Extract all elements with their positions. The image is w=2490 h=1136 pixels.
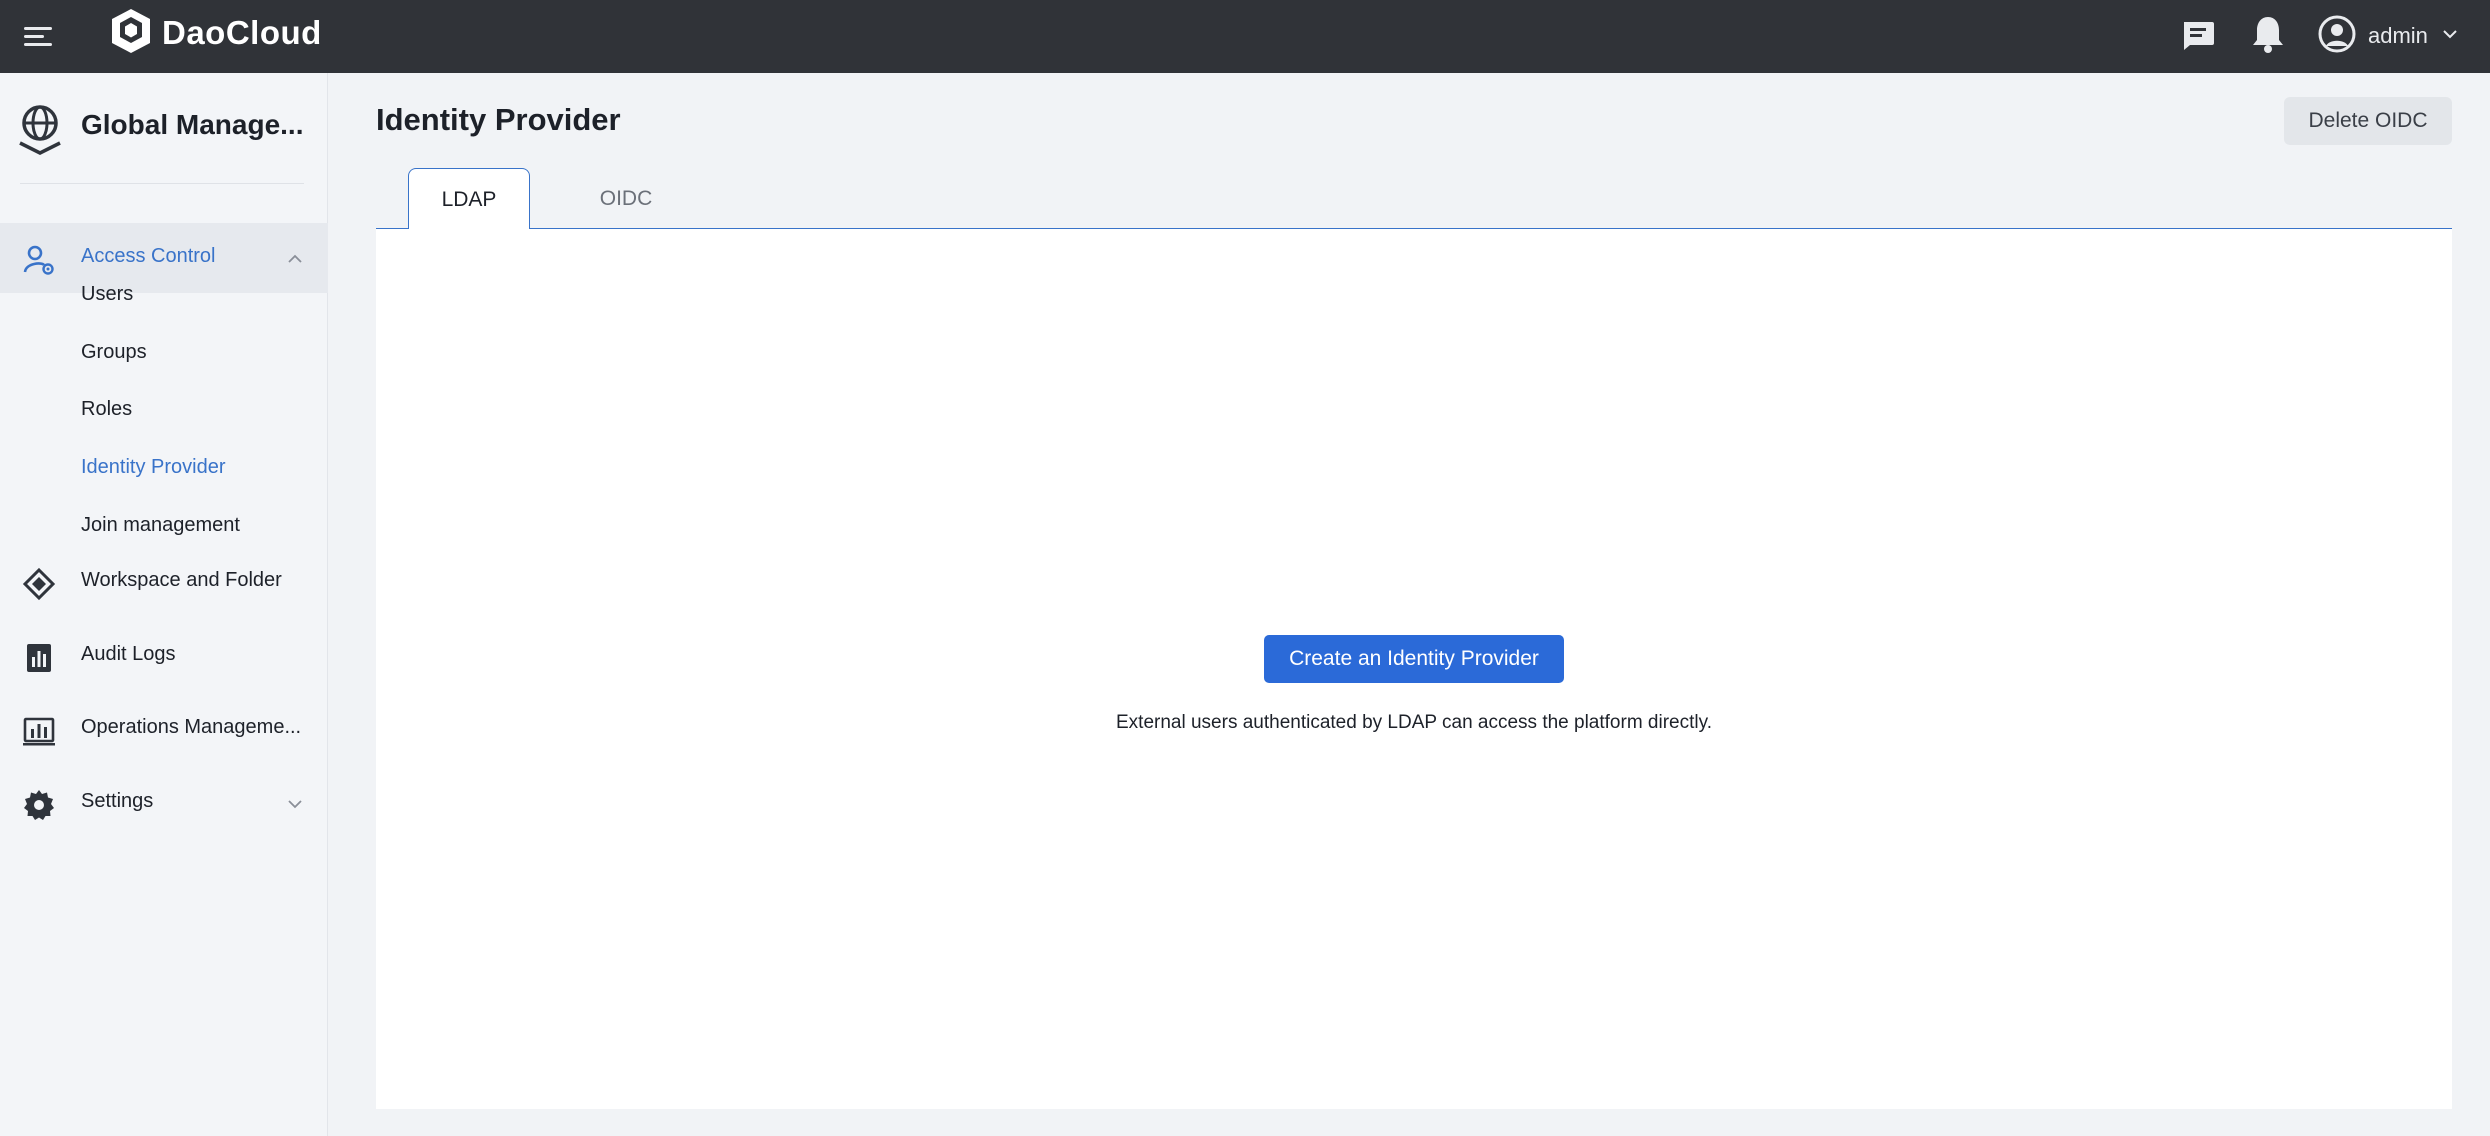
user-avatar-icon: [2318, 15, 2356, 58]
brand-logo[interactable]: DaoCloud: [108, 8, 322, 58]
audit-log-icon: [22, 641, 56, 675]
chat-icon[interactable]: [2178, 15, 2218, 55]
daocloud-logo-icon: [108, 7, 154, 60]
globe-icon: [16, 103, 64, 155]
sidebar-module-title[interactable]: Global Manage...: [0, 73, 328, 183]
sidebar-item-users[interactable]: Users: [81, 283, 133, 306]
sidebar-item-roles[interactable]: Roles: [81, 398, 132, 421]
sidebar-item-label: Audit Logs: [81, 643, 176, 665]
workspace-icon: [22, 567, 56, 601]
sidebar-item-audit-logs[interactable]: Audit Logs: [0, 621, 328, 691]
chevron-down-icon: [2440, 24, 2460, 49]
top-navigation-bar: DaoCloud admin: [0, 0, 2490, 73]
chevron-up-icon: [286, 250, 304, 268]
brand-name: DaoCloud: [162, 14, 322, 51]
sidebar-item-join-management[interactable]: Join management: [81, 514, 240, 537]
sidebar-item-workspace-and-folder[interactable]: Workspace and Folder: [0, 547, 328, 617]
user-gear-icon: [22, 243, 56, 277]
sidebar-item-access-control[interactable]: Access Control: [0, 223, 328, 293]
create-identity-provider-button[interactable]: Create an Identity Provider: [1264, 635, 1564, 683]
menu-icon[interactable]: [22, 20, 54, 52]
chevron-down-icon: [286, 795, 304, 813]
sidebar: Global Manage... Access Control Users Gr…: [0, 73, 328, 1136]
tab-oidc[interactable]: OIDC: [566, 168, 686, 229]
sidebar-item-settings[interactable]: Settings: [0, 768, 328, 838]
sidebar-divider: [20, 183, 304, 184]
sidebar-module-title-text: Global Manage...: [81, 109, 304, 140]
empty-state-description: External users authenticated by LDAP can…: [1116, 712, 1712, 733]
user-menu[interactable]: admin: [2318, 12, 2460, 60]
sidebar-item-label: Settings: [81, 790, 154, 812]
user-name: admin: [2368, 23, 2428, 48]
delete-oidc-button[interactable]: Delete OIDC: [2284, 97, 2452, 145]
page-title: Identity Provider: [376, 102, 621, 137]
sidebar-item-label: Access Control: [81, 245, 216, 267]
sidebar-item-label: Workspace and Folder: [81, 569, 282, 591]
provider-tabs: LDAP OIDC: [376, 168, 2452, 230]
bell-icon[interactable]: [2248, 14, 2288, 54]
sidebar-item-groups[interactable]: Groups: [81, 341, 147, 364]
sidebar-item-identity-provider[interactable]: Identity Provider: [81, 456, 226, 479]
settings-gear-icon: [22, 788, 56, 822]
tab-ldap[interactable]: LDAP: [408, 168, 530, 230]
